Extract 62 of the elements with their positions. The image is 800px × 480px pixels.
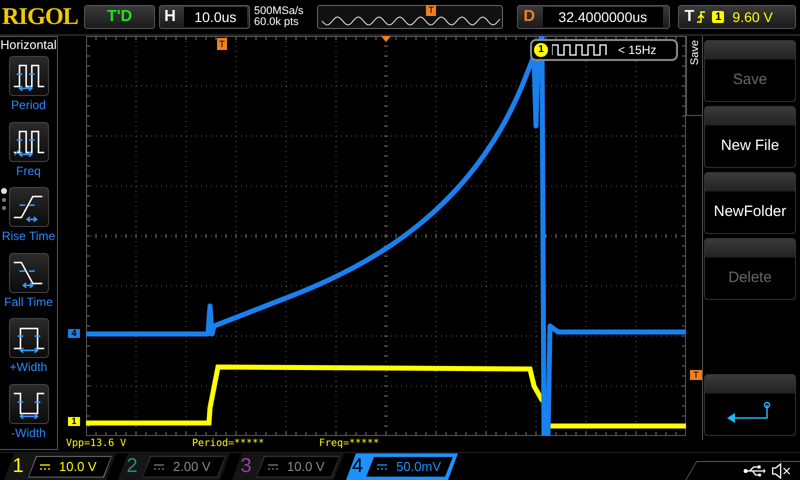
back-button[interactable]	[704, 374, 796, 436]
channel-number: 2	[125, 455, 139, 478]
measure-button[interactable]	[8, 187, 48, 228]
timebase-panel[interactable]: H 10.0us	[159, 5, 250, 30]
channel-marker[interactable]: 4	[68, 329, 80, 338]
horizontal-label: H	[164, 8, 176, 26]
timebase-value: 10.0us	[184, 7, 248, 28]
measurement-readout: Period=*****	[192, 437, 264, 452]
menu-title: Horizontal	[0, 38, 57, 52]
channel-scale: 10.0 V	[287, 459, 325, 474]
menu-title: Save	[688, 40, 700, 66]
channel-number: 4	[351, 455, 364, 478]
brand-logo: RIGOL	[2, 4, 78, 31]
square-wave-icon	[552, 43, 608, 58]
rising-edge-icon	[696, 10, 706, 24]
menu-button[interactable]: New File	[704, 106, 796, 168]
measure-label: Rise Time	[2, 229, 56, 244]
menu-button[interactable]: NewFolder	[704, 172, 796, 234]
trigger-position-marker: T	[426, 5, 436, 16]
measure-label: +Width	[10, 360, 48, 374]
channel-badge: 1	[534, 43, 548, 58]
trigger-panel[interactable]: T 1 9.60 V	[678, 5, 796, 30]
counter-reading: < 15Hz	[618, 43, 656, 58]
measure-label: Fall Time	[4, 294, 53, 309]
dc-coupling-icon	[267, 462, 279, 471]
channel-tab[interactable]: 4 50.0mV	[346, 453, 458, 480]
trigger-level: 9.60 V	[732, 9, 773, 26]
memory-depth: 60.0k pts	[254, 17, 300, 28]
channel-scale: 50.0mV	[396, 459, 441, 474]
measure-label: -Width	[11, 426, 46, 440]
dc-coupling-icon	[376, 462, 388, 471]
delay-value: 32.4000000us	[543, 7, 663, 28]
measure-button[interactable]	[8, 318, 48, 358]
delay-label: D	[524, 8, 536, 26]
speaker-muted-icon	[772, 463, 792, 480]
channel-scale: 2.00 V	[173, 459, 211, 474]
channel-number: 1	[11, 455, 25, 478]
dc-coupling-icon	[39, 462, 51, 471]
sample-rate: 500MSa/s	[254, 6, 305, 18]
usb-icon	[744, 465, 766, 478]
measure-label: Freq	[16, 164, 41, 178]
channel-number: 3	[239, 455, 253, 478]
measure-label: Period	[11, 98, 46, 112]
measurement-readout: Vpp=13.6 V	[66, 437, 126, 452]
channel-marker[interactable]: 1	[68, 417, 80, 426]
channel-tab[interactable]: 1 10.0 V	[4, 453, 116, 480]
measurement-readout: Freq=*****	[319, 437, 380, 452]
measure-button[interactable]	[8, 384, 48, 424]
trigger-label: T	[684, 8, 694, 26]
delay-panel[interactable]: D 32.4000000us	[516, 5, 670, 30]
dc-coupling-icon	[153, 462, 165, 471]
run-status[interactable]: T'D	[84, 5, 156, 30]
measure-button[interactable]	[8, 252, 48, 293]
channel-tab[interactable]: 3 10.0 V	[232, 453, 344, 480]
trigger-position-marker[interactable]: T	[217, 38, 227, 50]
measure-button[interactable]	[8, 56, 48, 96]
channel-scale: 10.0 V	[59, 459, 97, 474]
measure-button[interactable]	[8, 122, 48, 162]
trigger-level-marker[interactable]: T	[690, 370, 702, 380]
channel-tab[interactable]: 2 2.00 V	[118, 453, 230, 480]
trigger-channel: 1	[712, 11, 724, 24]
overview-wave-icon	[322, 16, 500, 26]
